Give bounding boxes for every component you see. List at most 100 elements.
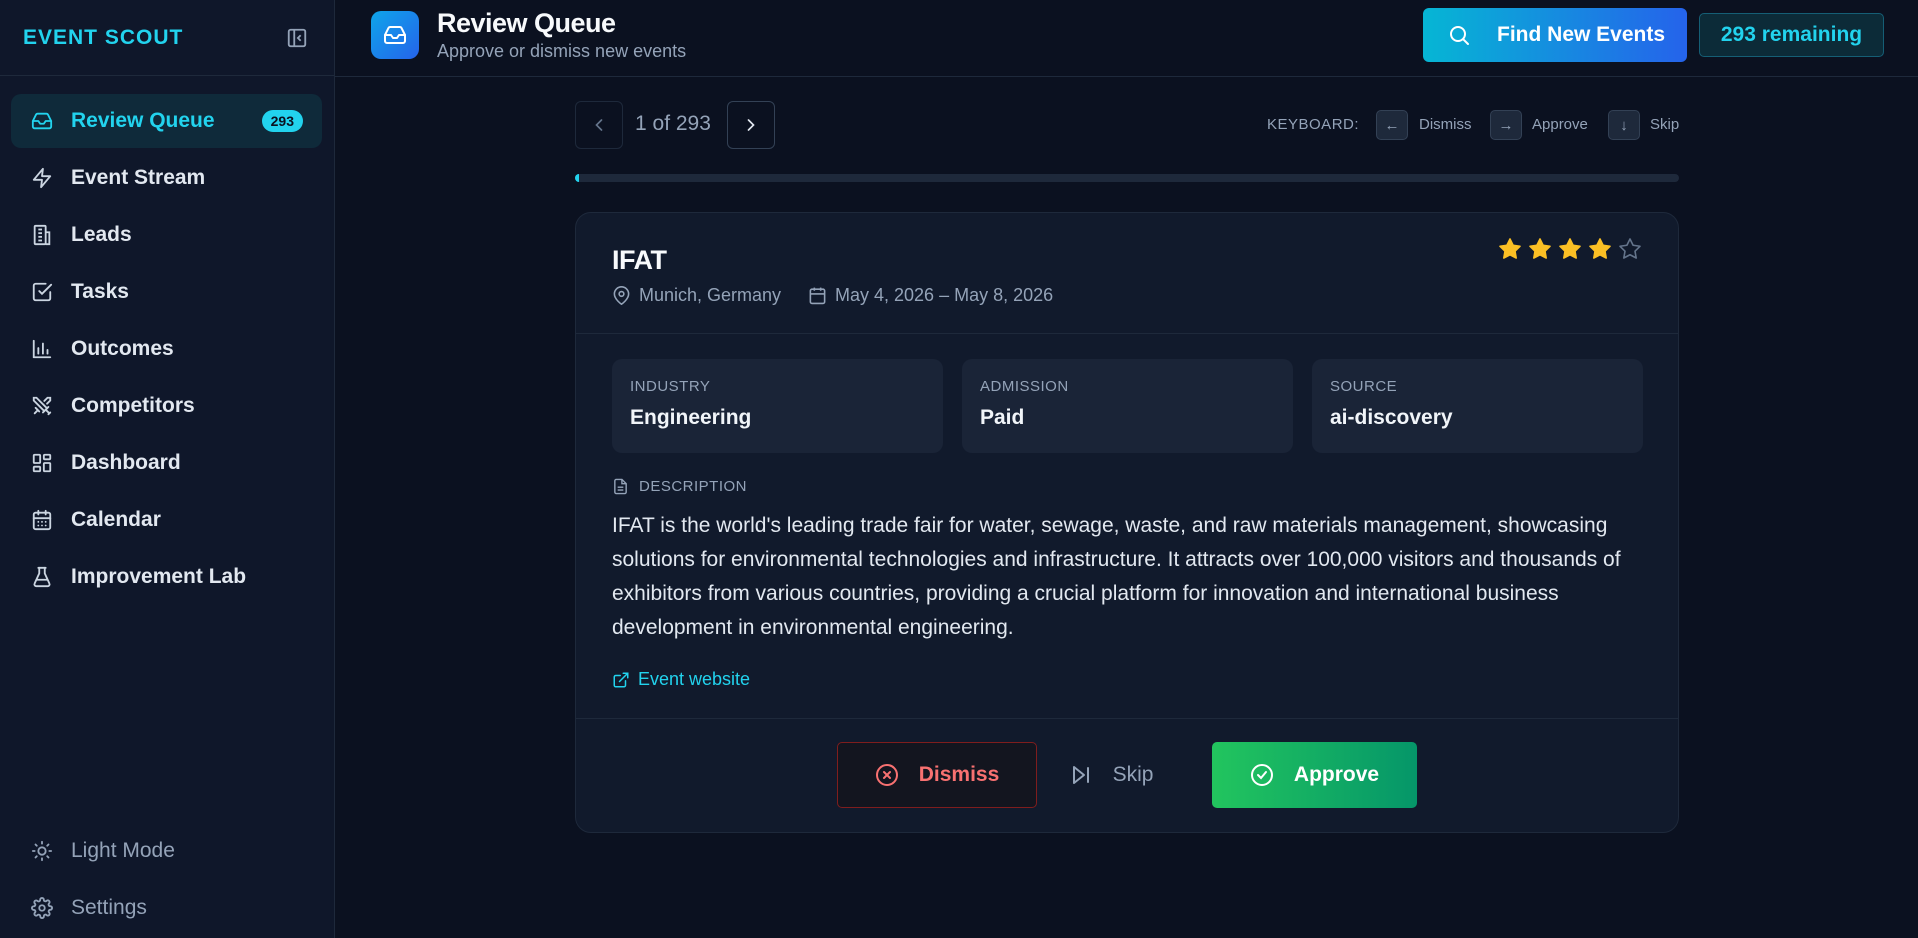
sidebar: EVENT SCOUT Review Queue 293 Event Strea… — [0, 0, 335, 938]
sidebar-item-label: Light Mode — [71, 839, 175, 862]
key-right-arrow: → — [1490, 110, 1522, 140]
document-icon — [612, 478, 629, 495]
brand-logo: EVENT SCOUT — [23, 25, 184, 49]
sidebar-item-competitors[interactable]: Competitors — [11, 379, 322, 433]
brand-row: EVENT SCOUT — [0, 0, 334, 76]
description-heading: DESCRIPTION — [612, 478, 747, 495]
approve-label: Approve — [1293, 763, 1380, 786]
sidebar-item-label: Review Queue — [71, 109, 215, 132]
sidebar-item-event-stream[interactable]: Event Stream — [11, 151, 322, 205]
skip-forward-icon — [1069, 763, 1093, 787]
sidebar-item-settings[interactable]: Settings — [11, 881, 322, 935]
light-mode-toggle[interactable]: Light Mode — [11, 824, 322, 878]
zap-icon — [30, 166, 54, 190]
card-divider — [576, 718, 1678, 719]
sidebar-item-label: Tasks — [71, 280, 129, 303]
sidebar-item-dashboard[interactable]: Dashboard — [11, 436, 322, 490]
sidebar-item-tasks[interactable]: Tasks — [11, 265, 322, 319]
info-value: Paid — [980, 406, 1025, 429]
info-source: SOURCE ai-discovery — [1312, 359, 1643, 453]
bar-chart-icon — [30, 337, 54, 361]
page-title: Review Queue — [437, 8, 616, 38]
calendar-icon — [808, 286, 827, 305]
event-location: Munich, Germany — [612, 285, 781, 306]
queue-count-badge: 293 — [261, 110, 303, 132]
grid-icon — [30, 451, 54, 475]
event-website-link[interactable]: Event website — [612, 669, 750, 690]
search-icon — [1447, 23, 1471, 47]
sidebar-item-calendar[interactable]: Calendar — [11, 493, 322, 547]
page-header: Review Queue Approve or dismiss new even… — [335, 0, 1918, 77]
star-empty-icon — [1618, 237, 1642, 261]
previous-event-button[interactable] — [575, 101, 623, 149]
sidebar-item-leads[interactable]: Leads — [11, 208, 322, 262]
description-heading-text: DESCRIPTION — [639, 478, 748, 495]
info-value: Engineering — [630, 406, 752, 429]
event-website-label: Event website — [638, 669, 751, 689]
event-card: IFAT Munich, Germany May 4, 2026 – May 8… — [575, 212, 1679, 833]
info-admission: ADMISSION Paid — [962, 359, 1293, 453]
panel-collapse-icon — [287, 28, 307, 47]
key-dismiss-label: Dismiss — [1419, 116, 1472, 133]
swords-icon — [30, 394, 54, 418]
check-circle-icon — [1250, 763, 1274, 787]
info-label: INDUSTRY — [630, 378, 711, 395]
dismiss-label: Dismiss — [918, 763, 1000, 786]
sidebar-item-improvement-lab[interactable]: Improvement Lab — [11, 550, 322, 604]
skip-label: Skip — [1112, 763, 1154, 786]
info-industry: INDUSTRY Engineering — [612, 359, 943, 453]
event-rating — [1492, 237, 1642, 261]
sidebar-bottom: Light Mode Settings — [11, 824, 322, 938]
find-new-events-button[interactable]: Find New Events — [1423, 8, 1687, 62]
queue-progress-bar — [575, 174, 1679, 182]
info-label: ADMISSION — [980, 378, 1069, 395]
key-approve-label: Approve — [1532, 116, 1588, 133]
sidebar-item-label: Calendar — [71, 508, 161, 531]
event-dates: May 4, 2026 – May 8, 2026 — [808, 285, 1053, 306]
gear-icon — [30, 896, 54, 920]
star-filled-icon — [1528, 237, 1552, 261]
sidebar-item-label: Improvement Lab — [71, 565, 247, 588]
event-title: IFAT — [612, 245, 667, 275]
card-divider — [576, 333, 1678, 334]
key-down-arrow: ↓ — [1608, 110, 1640, 140]
find-new-events-label: Find New Events — [1497, 23, 1666, 46]
sidebar-item-label: Leads — [71, 223, 132, 246]
approve-button[interactable]: Approve — [1212, 742, 1417, 808]
next-event-button[interactable] — [727, 101, 775, 149]
key-left-arrow: ← — [1376, 110, 1408, 140]
event-dates-text: May 4, 2026 – May 8, 2026 — [835, 285, 1054, 305]
flask-icon — [30, 565, 54, 589]
building-icon — [30, 223, 54, 247]
event-description: IFAT is the world's leading trade fair f… — [612, 514, 1621, 639]
checkbox-icon — [30, 280, 54, 304]
sidebar-item-label: Competitors — [71, 394, 195, 417]
star-filled-icon — [1588, 237, 1612, 261]
chevron-right-icon — [747, 119, 755, 131]
page-subtitle: Approve or dismiss new events — [437, 41, 687, 61]
inbox-icon — [30, 109, 54, 133]
star-filled-icon — [1498, 237, 1522, 261]
star-filled-icon — [1558, 237, 1582, 261]
sidebar-collapse-button[interactable] — [284, 25, 310, 51]
sidebar-item-label: Event Stream — [71, 166, 206, 189]
sidebar-item-review-queue[interactable]: Review Queue 293 — [11, 94, 322, 148]
sidebar-nav: Review Queue 293 Event Stream Leads Task… — [0, 76, 334, 604]
info-label: SOURCE — [1330, 378, 1398, 395]
chevron-left-icon — [595, 119, 603, 131]
pager-position: 1 of 293 — [635, 112, 711, 135]
queue-progress-fill — [575, 174, 580, 182]
x-circle-icon — [875, 763, 899, 787]
sidebar-item-outcomes[interactable]: Outcomes — [11, 322, 322, 376]
map-pin-icon — [612, 286, 631, 305]
external-link-icon — [612, 671, 630, 689]
inbox-icon — [371, 11, 419, 59]
remaining-count-badge: 293 remaining — [1699, 13, 1884, 57]
info-value: ai-discovery — [1330, 406, 1453, 429]
calendar-icon — [30, 508, 54, 532]
sun-icon — [30, 839, 54, 863]
sidebar-item-label: Settings — [71, 896, 147, 919]
dismiss-button[interactable]: Dismiss — [837, 742, 1037, 808]
skip-button[interactable]: Skip — [1053, 742, 1169, 808]
keyboard-hint-label: KEYBOARD: — [1267, 116, 1360, 133]
